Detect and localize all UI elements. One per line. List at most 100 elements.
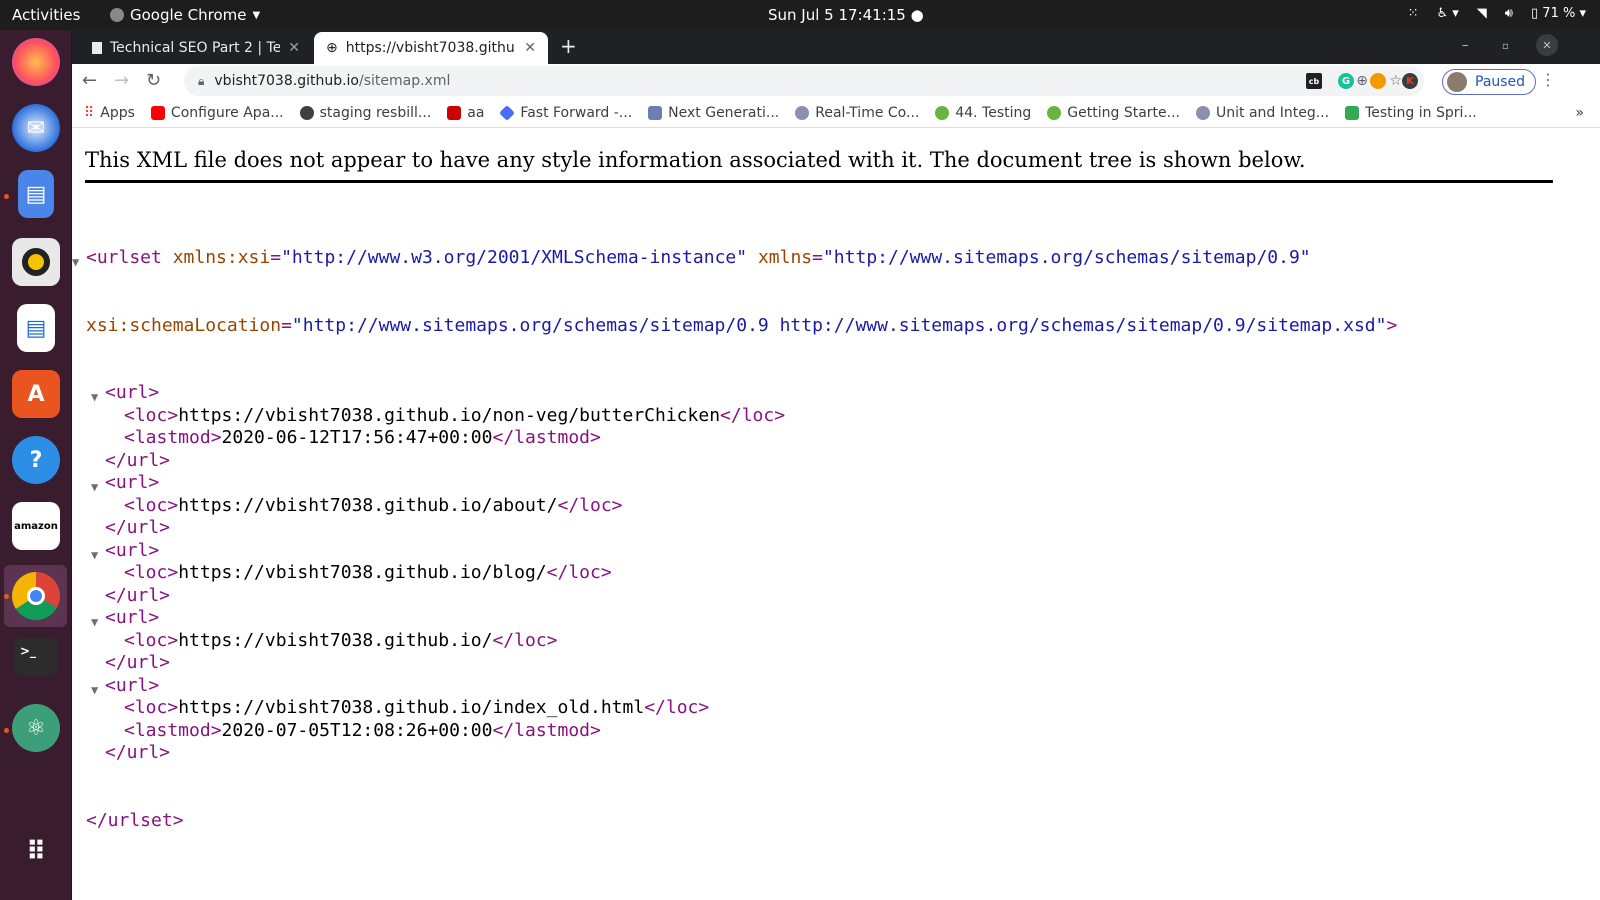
rhythmbox-icon[interactable] xyxy=(12,238,60,286)
url-host: vbisht7038.github.io xyxy=(214,73,359,89)
firefox-icon[interactable] xyxy=(12,38,60,86)
close-tab-icon[interactable]: ✕ xyxy=(288,40,300,56)
lastmod-line: <lastmod>2020-07-05T12:08:26+00:00</last… xyxy=(124,719,601,741)
activities-button[interactable]: Activities xyxy=(12,6,80,24)
check-icon xyxy=(1345,105,1360,120)
software-center-icon[interactable]: A xyxy=(12,370,60,418)
hexagon-icon xyxy=(795,105,810,120)
bookmark-item[interactable]: Next Generati... xyxy=(648,105,779,121)
loc-line: <loc>https://vbisht7038.github.io/blog/<… xyxy=(124,562,612,583)
spring-icon xyxy=(1047,105,1062,120)
xml-tag: <urlset xyxy=(86,247,162,268)
xml-tree: ▼ <urlset xmlns:xsi="http://www.w3.org/20… xyxy=(72,202,1397,877)
atom-icon[interactable]: ⚛ xyxy=(12,704,60,752)
bookmark-label: Configure Apa... xyxy=(170,104,284,121)
loc-value: https://vbisht7038.github.io/blog/ xyxy=(178,562,547,583)
chrome-icon[interactable] xyxy=(12,572,60,620)
new-tab-button[interactable]: + xyxy=(560,34,577,58)
urlset-close-line: </urlset> xyxy=(86,810,1397,833)
spring-icon xyxy=(935,105,950,120)
bookmark-item[interactable]: Testing in Spri... xyxy=(1345,105,1477,121)
hexagon-icon xyxy=(1196,105,1210,120)
system-tray[interactable]: ⁙ ♿ ▾ ◥ 🔊︎ ▯ 71 % ▾ xyxy=(1408,6,1586,21)
zoom-icon[interactable]: ⊕ xyxy=(1356,73,1368,89)
bookmark-label: aa xyxy=(467,104,485,121)
browser-toolbar: ← → ↻ 🔒︎ vbisht7038.github.io/sitemap.xm… xyxy=(72,64,1600,98)
clock-text: Sun Jul 5 17:41:15 xyxy=(768,6,906,24)
more-bookmarks-icon[interactable]: » xyxy=(1575,105,1584,121)
grid-status-icon: ⁙ xyxy=(1407,6,1419,21)
tab-title: https://vbisht7038.github.io xyxy=(345,40,514,56)
menu-kebab-icon[interactable]: ⋮ xyxy=(1540,70,1556,89)
minimize-button[interactable]: – xyxy=(1462,38,1469,53)
grammarly-extension-icon[interactable]: G xyxy=(1338,73,1354,89)
tab-technical-seo[interactable]: Technical SEO Part 2 | Tech ✕ xyxy=(80,32,312,64)
wifi-icon: ◥ xyxy=(1476,6,1487,21)
volume-icon: 🔊︎ xyxy=(1504,6,1513,21)
back-button[interactable]: ← xyxy=(82,70,97,91)
url-open-line: ▼ <url> xyxy=(86,607,1397,630)
app-menu[interactable]: Google Chrome ▼ xyxy=(110,6,260,24)
close-tab-icon[interactable]: ✕ xyxy=(524,40,536,56)
accessibility-icon: ♿ ▾ xyxy=(1436,6,1459,21)
close-window-button[interactable]: ✕ xyxy=(1536,34,1558,56)
profile-status: Paused xyxy=(1475,74,1526,90)
writer-icon[interactable]: ▤ xyxy=(17,304,55,352)
url-open-line: ▼ <url> xyxy=(86,472,1397,495)
xml-attr-value: "http://www.w3.org/2001/XMLSchema-instan… xyxy=(281,247,748,268)
xml-attr-name: xmlns xyxy=(757,247,813,268)
bookmark-label: staging resbill... xyxy=(319,104,432,121)
running-indicator xyxy=(4,728,9,733)
k-extension-icon[interactable]: K xyxy=(1402,73,1418,89)
loc-line: <loc>https://vbisht7038.github.io/index_… xyxy=(124,697,710,718)
page-content: This XML file does not appear to have an… xyxy=(72,128,1600,900)
bookmark-item[interactable]: Real-Time Co... xyxy=(795,105,919,121)
chevron-down-icon: ▼ xyxy=(252,9,261,21)
extension-icon[interactable] xyxy=(1370,73,1386,89)
system-top-bar: Activities Google Chrome ▼ Sun Jul 5 17:… xyxy=(0,0,1600,30)
maximize-button[interactable]: ▫ xyxy=(1502,41,1509,52)
divider xyxy=(85,180,1553,183)
bookmark-label: Next Generati... xyxy=(668,104,780,121)
files-icon[interactable]: ▤ xyxy=(18,170,54,218)
profile-button[interactable]: Paused xyxy=(1442,69,1537,95)
xml-notice: This XML file does not appear to have an… xyxy=(85,148,1306,172)
bookmark-item[interactable]: Configure Apa... xyxy=(150,104,284,121)
clock[interactable]: Sun Jul 5 17:41:15 ● xyxy=(768,6,924,24)
help-icon[interactable]: ? xyxy=(12,436,60,484)
collapse-triangle-icon[interactable]: ▼ xyxy=(72,251,79,274)
bookmark-item[interactable]: aa xyxy=(447,105,484,121)
apps-grid-icon: ⠿ xyxy=(84,104,95,121)
lastmod-value: 2020-07-05T12:08:26+00:00 xyxy=(221,719,493,741)
bookmark-item[interactable]: Fast Forward -... xyxy=(499,104,633,121)
battery-indicator: ▯ 71 % ▾ xyxy=(1531,6,1586,21)
url-path: /sitemap.xml xyxy=(359,73,451,89)
reload-button[interactable]: ↻ xyxy=(146,70,161,91)
bookmark-apps[interactable]: ⠿ Apps xyxy=(84,105,135,121)
amazon-icon[interactable]: amazon xyxy=(12,502,60,550)
forward-button[interactable]: → xyxy=(114,70,129,91)
dock: ✉ ▤ ▤ A ? amazon >_ ⚛ ⠿ xyxy=(0,30,72,900)
url-close-line: </url> xyxy=(105,652,171,673)
bookmark-label: 44. Testing xyxy=(955,104,1032,121)
tab-sitemap[interactable]: ⊕ https://vbisht7038.github.io ✕ xyxy=(314,32,548,64)
terminal-icon[interactable]: >_ xyxy=(14,638,58,676)
redhat-icon xyxy=(447,105,462,120)
show-apps-icon[interactable]: ⠿ xyxy=(12,828,60,876)
url-open-line: ▼ <url> xyxy=(86,382,1397,405)
address-bar[interactable]: 🔒︎ vbisht7038.github.io/sitemap.xml ⊕ ☆ xyxy=(184,66,1424,96)
tab-title: Technical SEO Part 2 | Tech xyxy=(110,40,280,56)
xml-attr-name: xsi:schemaLocation xyxy=(86,314,282,336)
cb-extension-icon[interactable]: cb xyxy=(1306,73,1322,89)
bookmark-star-icon[interactable]: ☆ xyxy=(1389,73,1402,89)
xml-attr-name: xmlns:xsi xyxy=(172,247,271,268)
bookmark-label: Fast Forward -... xyxy=(520,104,633,121)
battery-text: 71 % xyxy=(1542,6,1576,21)
app-name: Google Chrome xyxy=(130,6,247,24)
thunderbird-icon[interactable]: ✉ xyxy=(12,104,60,152)
bookmark-item[interactable]: staging resbill... xyxy=(299,104,432,121)
bookmark-item[interactable]: Getting Starte... xyxy=(1047,105,1180,121)
bookmark-item[interactable]: 44. Testing xyxy=(935,105,1031,121)
xml-attr-value: "http://www.sitemaps.org/schemas/sitemap… xyxy=(291,314,1387,336)
bookmark-item[interactable]: Unit and Integ... xyxy=(1196,105,1329,121)
